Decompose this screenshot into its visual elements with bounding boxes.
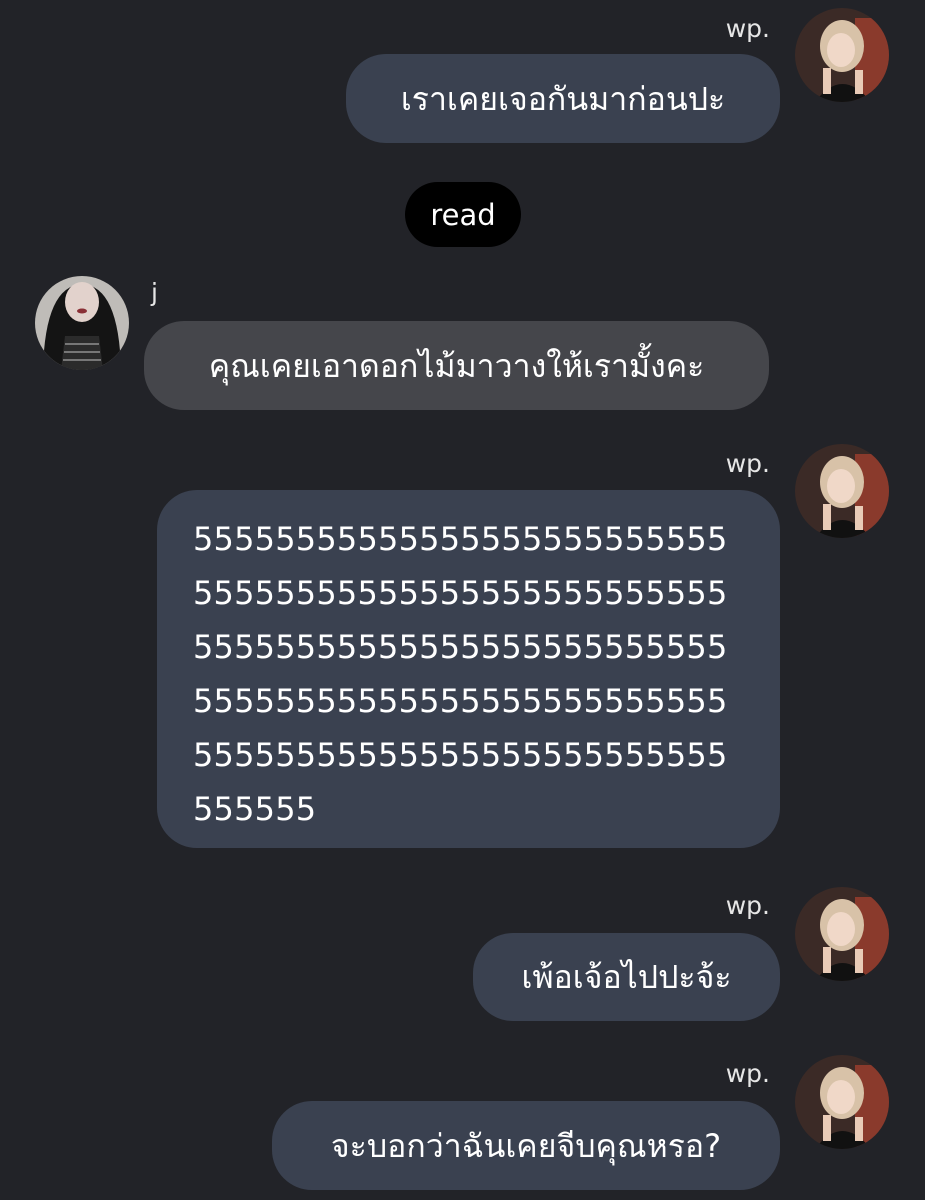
- avatar-wp[interactable]: [795, 444, 889, 538]
- message-bubble[interactable]: คุณเคยเอาดอกไม้มาวางให้เรามั้งคะ: [144, 321, 769, 410]
- read-indicator: read: [405, 182, 521, 247]
- chat-thread: wp. เราเคยเจอกันมาก่อนปะ read j คุณเคยเอ…: [0, 0, 925, 1200]
- message-bubble[interactable]: 5555555555555555555555555555555555555555…: [157, 490, 780, 848]
- sender-name: j: [151, 278, 158, 307]
- avatar-wp[interactable]: [795, 1055, 889, 1149]
- sender-name: wp.: [725, 1059, 770, 1088]
- avatar-wp[interactable]: [795, 8, 889, 102]
- message-bubble[interactable]: เพ้อเจ้อไปปะจ้ะ: [473, 933, 780, 1021]
- message-bubble[interactable]: เราเคยเจอกันมาก่อนปะ: [346, 54, 780, 143]
- sender-name: wp.: [725, 891, 770, 920]
- avatar-wp[interactable]: [795, 887, 889, 981]
- avatar-j[interactable]: [35, 276, 129, 370]
- sender-name: wp.: [725, 14, 770, 43]
- sender-name: wp.: [725, 449, 770, 478]
- message-bubble[interactable]: จะบอกว่าฉันเคยจีบคุณหรอ?: [272, 1101, 780, 1190]
